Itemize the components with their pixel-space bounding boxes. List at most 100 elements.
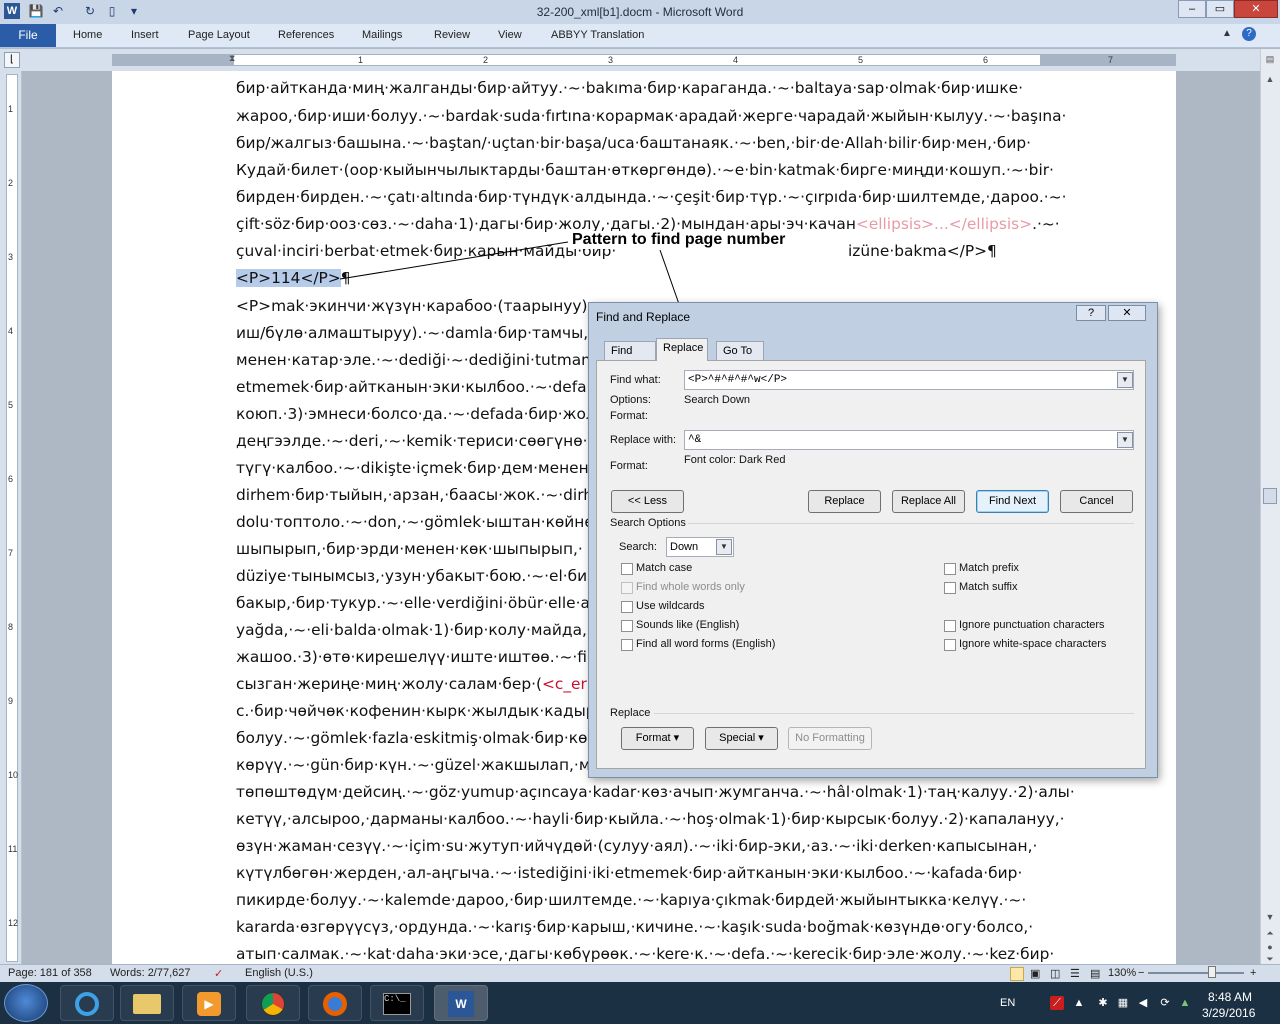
document-line[interactable]: dolu·топтоло.·~·don,·~·gömlek·ыштан·көйн… bbox=[236, 512, 594, 532]
print-layout-view-icon[interactable] bbox=[1010, 967, 1024, 981]
find-what-input[interactable]: <P>^#^#^#^w</P> bbox=[684, 370, 1134, 390]
dialog-help-button[interactable]: ? bbox=[1076, 305, 1106, 321]
minimize-ribbon-icon[interactable]: ▲ bbox=[1222, 28, 1232, 39]
web-layout-view-icon[interactable]: ◫ bbox=[1050, 967, 1060, 980]
file-tab[interactable]: File bbox=[0, 24, 56, 47]
no-formatting-button[interactable]: No Formatting bbox=[788, 727, 872, 750]
document-line[interactable]: с.·бир·чөйчөк·кофенин·кырк·жылдык·кадыр bbox=[236, 701, 596, 721]
proofing-icon[interactable]: ✓ bbox=[214, 967, 223, 980]
tab-find[interactable]: Find bbox=[604, 341, 656, 361]
match-case-checkbox[interactable] bbox=[621, 563, 633, 575]
document-line[interactable]: шыпырып,·бир·эрди·менен·көк·шыпырып,· bbox=[236, 539, 583, 559]
zoom-slider[interactable] bbox=[1148, 972, 1244, 974]
replace-with-input[interactable]: ^& bbox=[684, 430, 1134, 450]
view-ruler-icon[interactable]: ▤ bbox=[1263, 52, 1277, 66]
sync-tray-icon[interactable]: ⟳ bbox=[1158, 996, 1172, 1010]
tab-selector-icon[interactable]: ⌊ bbox=[4, 52, 20, 68]
document-line[interactable]: күтүлбөгөн·жерден,·ал-аңгыча.·~·istediği… bbox=[236, 863, 1022, 883]
network-tray-icon[interactable]: ▦ bbox=[1116, 996, 1130, 1010]
vertical-ruler[interactable] bbox=[6, 74, 18, 962]
horizontal-ruler[interactable] bbox=[112, 54, 1176, 66]
document-line[interactable]: yağda,·~·eli·balda·olmak·1)·бир·колу·май… bbox=[236, 620, 601, 640]
taskbar-explorer[interactable] bbox=[120, 985, 174, 1021]
replace-button[interactable]: Replace bbox=[808, 490, 881, 513]
minimize-button[interactable]: – bbox=[1178, 0, 1206, 18]
document-line[interactable]: etmemek·бир·айтканын·эки·кылбоо.·~·defa· bbox=[236, 377, 591, 397]
document-line[interactable]: көрүү.·~·gün·бир·күн.·~·güzel·жакшылап,·… bbox=[236, 755, 603, 775]
document-line[interactable]: düziye·тынымсыз,·узун·убакыт·бою.·~·el·б… bbox=[236, 566, 597, 586]
maximize-button[interactable]: ▭ bbox=[1206, 0, 1234, 18]
document-line[interactable]: коюп.·3)·эмнеси·болсо·да.·~·defada·бир·ж… bbox=[236, 404, 596, 424]
document-line[interactable]: dirhem·бир·тыйын,·арзан,·баасы·жок.·~·di… bbox=[236, 485, 593, 505]
tab-view[interactable]: View bbox=[498, 29, 522, 41]
document-line[interactable]: kararda·өзгөрүүсүз,·ордунда.·~·karış·бир… bbox=[236, 917, 1033, 937]
document-line[interactable]: кетүү,·алсыроо,·дарманы·калбоо.·~·hayli·… bbox=[236, 809, 1065, 829]
taskbar-word[interactable]: W bbox=[434, 985, 488, 1021]
indent-marker-icon[interactable]: ⧗ bbox=[229, 53, 239, 67]
vertical-scrollbar[interactable] bbox=[1260, 49, 1280, 964]
match-suffix-checkbox[interactable] bbox=[944, 582, 956, 594]
outline-view-icon[interactable]: ☰ bbox=[1070, 967, 1080, 980]
tab-insert[interactable]: Insert bbox=[131, 29, 159, 41]
document-line[interactable]: болуу.·~·gömlek·fazla·eskitmiş·olmak·бир… bbox=[236, 728, 597, 748]
volume-tray-icon[interactable]: ◀ bbox=[1136, 996, 1150, 1010]
tab-replace[interactable]: Replace bbox=[656, 338, 708, 361]
scroll-thumb[interactable] bbox=[1263, 488, 1277, 504]
help-icon[interactable]: ? bbox=[1242, 27, 1256, 41]
zoom-in-button[interactable]: + bbox=[1250, 967, 1256, 979]
ignore-whitespace-checkbox[interactable] bbox=[944, 639, 956, 651]
ignore-punctuation-checkbox[interactable] bbox=[944, 620, 956, 632]
taskbar-chrome[interactable] bbox=[246, 985, 300, 1021]
tab-references[interactable]: References bbox=[278, 29, 334, 41]
word-count[interactable]: Words: 2/77,627 bbox=[110, 967, 191, 979]
document-line[interactable]: төпөштөдүм·дейсиң.·~·göz·yumup·açıncaya·… bbox=[236, 782, 1075, 802]
document-line[interactable]: иш/бүлө·алмаштыруу).·~·damla·бир·тамчы,· bbox=[236, 323, 593, 343]
whole-words-checkbox[interactable] bbox=[621, 582, 633, 594]
document-line[interactable]: <P>114</P>¶ bbox=[236, 268, 351, 288]
document-line[interactable]: бирден·бирден.·~·çatı·altında·бир·түндүк… bbox=[236, 187, 1067, 207]
special-menu-button[interactable]: Special ▾ bbox=[705, 727, 778, 750]
language-indicator[interactable]: English (U.S.) bbox=[245, 967, 313, 979]
draft-view-icon[interactable]: ▤ bbox=[1090, 967, 1100, 980]
replace-history-dropdown-icon[interactable]: ▼ bbox=[1117, 432, 1133, 448]
document-line[interactable]: жашоо.·3)·өтө·кирешелүү·иште·иштөө.·~·fi… bbox=[236, 647, 597, 667]
document-line[interactable]: менен·катар·эле.·~·dediği·~·dediğini·tut… bbox=[236, 350, 606, 370]
cancel-button[interactable]: Cancel bbox=[1060, 490, 1133, 513]
scroll-down-icon[interactable]: ▼ bbox=[1263, 910, 1277, 924]
find-next-button[interactable]: Find Next bbox=[976, 490, 1049, 513]
document-line[interactable]: жароо,·бир·иши·болуу.·~·bardak·suda·fırt… bbox=[236, 106, 1066, 126]
taskbar-media-player[interactable]: ▶ bbox=[182, 985, 236, 1021]
tab-home[interactable]: Home bbox=[73, 29, 102, 41]
taskbar-cmd[interactable]: C:\_ bbox=[370, 985, 424, 1021]
document-line[interactable]: атып·салмак.·~·kat·daha·эки·эсе,·дагы·кө… bbox=[236, 944, 1054, 964]
zoom-out-button[interactable]: − bbox=[1138, 967, 1144, 979]
tab-abbyy-translation[interactable]: ABBYY Translation bbox=[551, 29, 644, 41]
document-line[interactable]: сызган·жериңе·миң·жолу·салам·бер·(<c_err bbox=[236, 674, 593, 694]
tab-review[interactable]: Review bbox=[434, 29, 470, 41]
sounds-like-checkbox[interactable] bbox=[621, 620, 633, 632]
bluetooth-tray-icon[interactable]: ✱ bbox=[1096, 996, 1110, 1010]
document-line[interactable]: деңгээлде.·~·deri,·~·kemik·териси·сөөгүн… bbox=[236, 431, 611, 451]
use-wildcards-checkbox[interactable] bbox=[621, 601, 633, 613]
tab-go-to[interactable]: Go To bbox=[716, 341, 764, 361]
document-line[interactable]: пикирде·болуу.·~·kalemde·дароо,·бир·шилт… bbox=[236, 890, 1026, 910]
match-prefix-checkbox[interactable] bbox=[944, 563, 956, 575]
previous-page-icon[interactable]: ⏶ bbox=[1263, 926, 1277, 940]
google-drive-tray-icon[interactable]: ▲ bbox=[1178, 996, 1192, 1010]
less-button[interactable]: << Less bbox=[611, 490, 684, 513]
tab-page-layout[interactable]: Page Layout bbox=[188, 29, 250, 41]
scroll-up-icon[interactable]: ▲ bbox=[1263, 72, 1277, 86]
start-button[interactable] bbox=[4, 984, 48, 1022]
document-line[interactable]: <P>mak·экинчи·жүзүн·карабоо·(таарынуу).·… bbox=[236, 296, 610, 316]
zoom-level[interactable]: 130% bbox=[1108, 967, 1136, 979]
page-count[interactable]: Page: 181 of 358 bbox=[8, 967, 92, 979]
document-line[interactable]: бакыр,·бир·тукур.·~·elle·verdiğini·öbür·… bbox=[236, 593, 594, 613]
document-line[interactable]: Кудай·билет·(оор·кыйынчылыктарды·баштан·… bbox=[236, 160, 1054, 180]
format-menu-button[interactable]: Format ▾ bbox=[621, 727, 694, 750]
dialog-close-button[interactable]: ✕ bbox=[1108, 305, 1146, 321]
taskbar-ie[interactable] bbox=[60, 985, 114, 1021]
clock-time[interactable]: 8:48 AM bbox=[1208, 990, 1252, 1004]
zoom-slider-thumb[interactable] bbox=[1208, 966, 1216, 978]
document-line[interactable]: өзүн·жаман·сезүү.·~·içim·su·жутуп·ийчүдө… bbox=[236, 836, 1037, 856]
antivirus-tray-icon[interactable]: ⟋ bbox=[1050, 996, 1064, 1010]
